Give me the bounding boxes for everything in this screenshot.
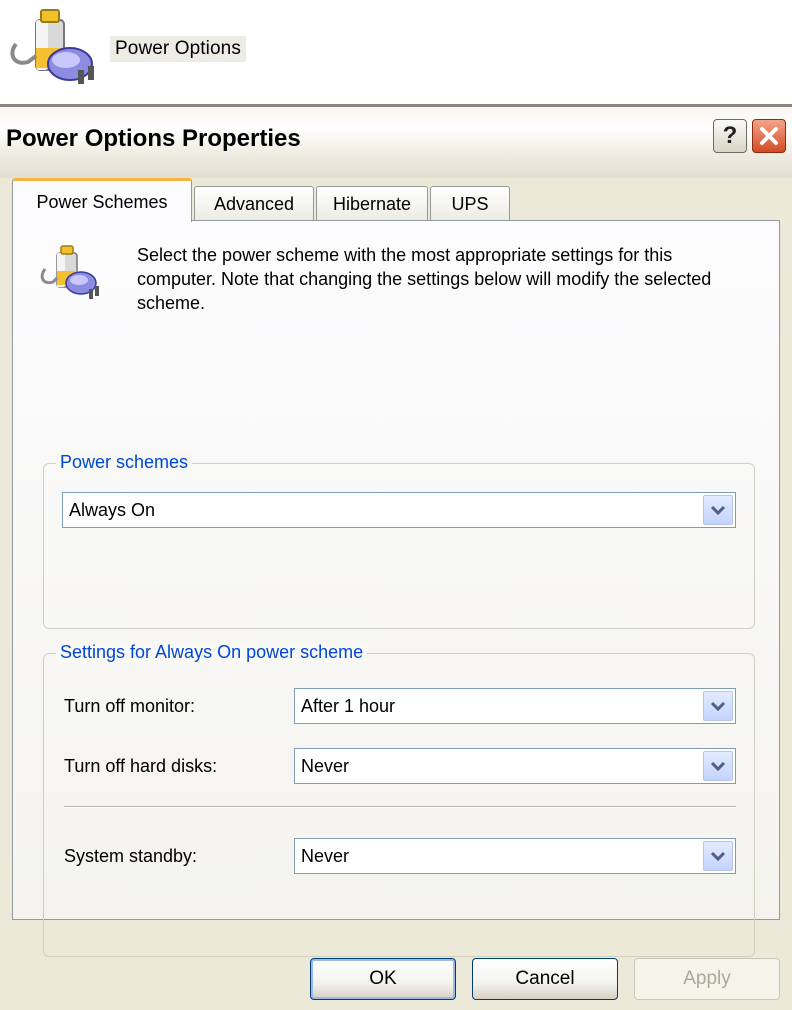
dropdown-arrow-icon bbox=[710, 851, 726, 862]
turn-off-monitor-dropdown-button[interactable] bbox=[703, 691, 733, 721]
close-icon bbox=[760, 127, 778, 145]
turn-off-hard-disks-value: Never bbox=[301, 756, 350, 776]
dropdown-arrow-icon bbox=[710, 505, 726, 516]
apply-button[interactable]: Apply bbox=[634, 958, 780, 1000]
dropdown-arrow-icon bbox=[710, 761, 726, 772]
turn-off-monitor-value: After 1 hour bbox=[301, 696, 396, 716]
power-options-icon bbox=[10, 9, 94, 84]
tab-power-schemes[interactable]: Power Schemes bbox=[12, 178, 192, 222]
turn-off-monitor-select[interactable]: After 1 hour bbox=[294, 688, 736, 724]
cancel-button[interactable]: Cancel bbox=[472, 958, 618, 1000]
settings-separator bbox=[64, 806, 736, 808]
system-standby-value: Never bbox=[301, 846, 350, 866]
turn-off-hard-disks-dropdown-button[interactable] bbox=[703, 751, 733, 781]
system-standby-dropdown-button[interactable] bbox=[703, 841, 733, 871]
power-schemes-group: Power schemes Always On bbox=[43, 452, 755, 629]
tab-advanced[interactable]: Advanced bbox=[194, 186, 314, 220]
turn-off-hard-disks-label: Turn off hard disks: bbox=[64, 756, 218, 776]
help-button[interactable]: ? bbox=[713, 119, 747, 153]
power-options-dialog: Power Options Properties ? Power Schemes… bbox=[0, 104, 792, 1010]
scheme-settings-group: Settings for Always On power scheme Turn… bbox=[43, 642, 755, 957]
dropdown-arrow-icon bbox=[710, 701, 726, 712]
close-button[interactable] bbox=[752, 119, 786, 153]
turn-off-hard-disks-select[interactable]: Never bbox=[294, 748, 736, 784]
desktop-shortcut-label: Power Options bbox=[110, 36, 246, 62]
power-schemes-legend: Power schemes bbox=[56, 452, 193, 473]
help-icon: ? bbox=[722, 122, 738, 149]
power-scheme-select[interactable]: Always On bbox=[62, 492, 736, 528]
ok-button[interactable]: OK bbox=[310, 958, 456, 1000]
scheme-settings-legend: Settings for Always On power scheme bbox=[56, 642, 368, 663]
system-standby-label: System standby: bbox=[64, 846, 198, 866]
title-bar[interactable]: Power Options Properties ? bbox=[0, 104, 792, 178]
tab-page-power-schemes: Select the power scheme with the most ap… bbox=[12, 220, 780, 957]
system-standby-select[interactable]: Never bbox=[294, 838, 736, 874]
power-scheme-value: Always On bbox=[69, 500, 156, 520]
window-title: Power Options Properties bbox=[6, 125, 301, 152]
power-scheme-dropdown-button[interactable] bbox=[703, 495, 733, 525]
turn-off-monitor-label: Turn off monitor: bbox=[64, 696, 196, 716]
tab-hibernate[interactable]: Hibernate bbox=[316, 186, 428, 220]
power-options-icon bbox=[40, 245, 99, 299]
intro-text: Select the power scheme with the most ap… bbox=[137, 245, 712, 313]
tab-ups[interactable]: UPS bbox=[430, 186, 510, 220]
